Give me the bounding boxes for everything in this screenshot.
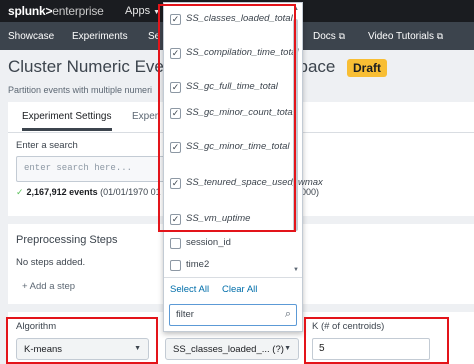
brand-main: splunk> xyxy=(8,4,53,18)
annotation-box-selected-fields xyxy=(158,4,296,232)
nav-video-tutorials[interactable]: Video Tutorials ⧉ xyxy=(368,31,443,42)
fields-value: SS_classes_loaded_... (?) xyxy=(173,344,284,355)
filter-input[interactable]: filter ⌕ xyxy=(169,304,297,326)
clear-all-link[interactable]: Clear All xyxy=(222,284,257,295)
caret-down-icon: ▼ xyxy=(284,345,291,352)
events-count: 2,167,912 events xyxy=(26,187,98,197)
filter-text: filter xyxy=(176,309,194,320)
events-range: (01/01/1970 01 xyxy=(100,187,161,197)
draft-badge: Draft xyxy=(347,59,388,77)
checkbox-unchecked[interactable] xyxy=(170,238,181,249)
preprocessing-title: Preprocessing Steps xyxy=(16,234,118,246)
external-link-icon: ⧉ xyxy=(338,31,346,41)
page-title: Cluster Numeric Eve xyxy=(8,57,164,76)
brand-suffix: enterprise xyxy=(52,4,104,18)
search-label: Enter a search xyxy=(16,140,78,151)
checkbox-unchecked[interactable] xyxy=(170,260,181,271)
checkmark-icon: ✓ xyxy=(16,187,24,197)
option-label: session_id xyxy=(186,237,231,248)
search-input[interactable]: enter search here... xyxy=(16,156,176,182)
events-range-tail: 000) xyxy=(301,187,320,197)
nav-showcase[interactable]: Showcase xyxy=(8,31,54,42)
add-step-button[interactable]: + Add a step xyxy=(22,281,75,292)
nav-experiments[interactable]: Experiments xyxy=(72,31,128,42)
magnifier-icon: ⌕ xyxy=(284,308,291,320)
preprocessing-empty-text: No steps added. xyxy=(16,257,86,268)
apps-menu[interactable]: Apps ▼ xyxy=(125,5,160,17)
fields-select[interactable]: SS_classes_loaded_... (?) ▼ xyxy=(165,338,299,360)
apps-label: Apps xyxy=(125,5,151,17)
select-all-link[interactable]: Select All xyxy=(170,284,209,295)
annotation-box-algorithm xyxy=(6,317,158,364)
annotation-box-k xyxy=(304,317,449,364)
nav-docs[interactable]: Docs ⧉ xyxy=(313,31,345,42)
tab-experiment-settings[interactable]: Experiment Settings xyxy=(22,111,112,131)
option-label: time2 xyxy=(186,259,210,270)
nav-video-tutorials-label: Video Tutorials xyxy=(368,31,434,42)
nav-docs-label: Docs xyxy=(313,31,336,42)
tab-experiment-history[interactable]: Experi xyxy=(132,111,160,122)
dropdown-divider xyxy=(164,277,302,278)
option-session-id[interactable]: session_id xyxy=(170,237,294,251)
external-link-icon: ⧉ xyxy=(436,31,444,41)
option-time2[interactable]: time2 xyxy=(170,259,294,273)
splunk-logo[interactable]: splunk>enterprise xyxy=(8,4,104,18)
events-status: ✓ 2,167,912 events (01/01/1970 01 xyxy=(16,187,161,198)
page-description: Partition events with multiple numeri xyxy=(8,85,153,95)
scroll-down-icon[interactable]: ▼ xyxy=(293,267,299,273)
